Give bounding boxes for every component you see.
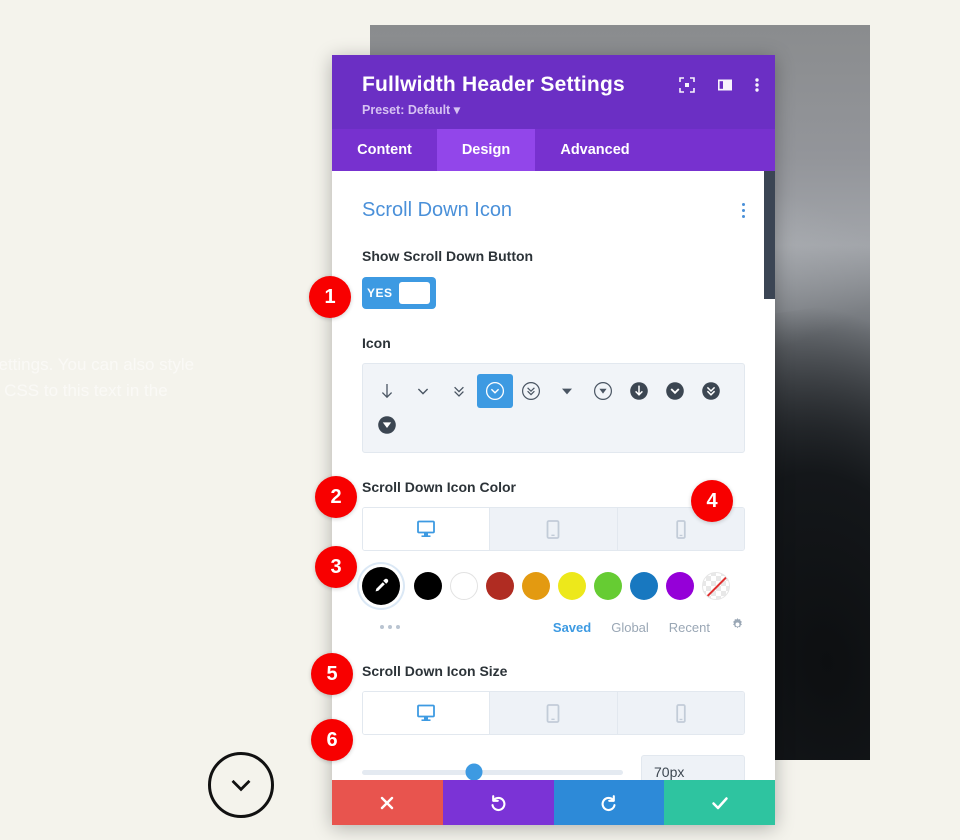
modal-body: Scroll Down Icon Show Scroll Down Button… bbox=[332, 171, 775, 780]
undo-icon bbox=[491, 794, 506, 811]
palette-footer: Saved Global Recent bbox=[362, 617, 745, 637]
annotation-badge-6: 6 bbox=[311, 719, 353, 761]
chevron-down-icon: ▾ bbox=[453, 103, 460, 117]
show-scroll-down-label: Show Scroll Down Button bbox=[362, 248, 534, 264]
icon-option-circle-outline-triangle-down[interactable] bbox=[585, 374, 621, 408]
icon-option-circle-filled-chevron-down[interactable] bbox=[657, 374, 693, 408]
fullwidth-header-settings-modal: Fullwidth Header Settings Preset: Defaul… bbox=[332, 55, 775, 825]
more-horizontal-icon[interactable] bbox=[362, 625, 400, 629]
icon-color-device-tabs bbox=[362, 507, 745, 551]
icon-color-desktop-icon[interactable] bbox=[363, 508, 491, 550]
modal-scrollbar-thumb[interactable] bbox=[764, 171, 775, 299]
eyedropper-icon bbox=[375, 578, 389, 592]
icon-option-circle-filled-arrow-down[interactable] bbox=[621, 374, 657, 408]
hero-body-text: settings. You can also style n CSS to th… bbox=[0, 355, 195, 400]
save-button[interactable] bbox=[664, 780, 775, 825]
color-swatch-yellow[interactable] bbox=[558, 572, 586, 600]
layout-panel-icon[interactable] bbox=[717, 77, 733, 93]
preset-selector[interactable]: Preset: Default ▾ bbox=[362, 102, 753, 117]
undo-button[interactable] bbox=[442, 780, 554, 825]
scroll-down-button-preview[interactable] bbox=[208, 752, 274, 818]
icon-option-circle-filled-triangle-down[interactable] bbox=[369, 408, 405, 442]
color-swatch-black[interactable] bbox=[414, 572, 442, 600]
icon-option-triangle-down[interactable] bbox=[549, 374, 585, 408]
icon-size-phone-icon[interactable] bbox=[617, 692, 744, 734]
color-swatch-transparent[interactable] bbox=[702, 572, 730, 600]
settings-scroll-area: Scroll Down Icon Show Scroll Down Button… bbox=[332, 171, 775, 780]
icon-color-tablet-icon[interactable] bbox=[490, 508, 618, 550]
icon-size-tablet-icon[interactable] bbox=[490, 692, 618, 734]
palette-tab-group: Saved Global Recent bbox=[553, 617, 745, 637]
icon-option-circle-outline-chevron-down[interactable] bbox=[477, 374, 513, 408]
icon-field-label: Icon bbox=[362, 335, 391, 351]
palette-tab-saved[interactable]: Saved bbox=[553, 620, 591, 635]
annotation-badge-2: 2 bbox=[315, 476, 357, 518]
palette-tab-global[interactable]: Global bbox=[611, 620, 649, 635]
section-title: Scroll Down Icon bbox=[362, 199, 513, 221]
color-swatch-orange[interactable] bbox=[522, 572, 550, 600]
modal-footer bbox=[332, 780, 775, 825]
toggle-value-label: YES bbox=[367, 286, 393, 300]
icon-option-double-chevron-down[interactable] bbox=[441, 374, 477, 408]
gear-icon[interactable] bbox=[730, 617, 745, 637]
more-vertical-icon[interactable] bbox=[755, 77, 759, 93]
cancel-button[interactable] bbox=[332, 780, 443, 825]
chevron-down-icon bbox=[231, 779, 251, 792]
icon-picker-grid bbox=[362, 363, 745, 453]
annotation-badge-4: 4 bbox=[691, 480, 733, 522]
icon-size-desktop-icon[interactable] bbox=[363, 692, 491, 734]
annotation-badge-5: 5 bbox=[311, 653, 353, 695]
redo-icon bbox=[601, 794, 616, 811]
modal-header: Fullwidth Header Settings Preset: Defaul… bbox=[332, 55, 775, 129]
color-swatch-blue[interactable] bbox=[630, 572, 658, 600]
modal-scrollbar[interactable] bbox=[764, 171, 775, 780]
expand-icon[interactable] bbox=[679, 77, 695, 93]
section-header: Scroll Down Icon bbox=[362, 199, 745, 222]
tab-design[interactable]: Design bbox=[437, 129, 535, 171]
icon-size-device-tabs bbox=[362, 691, 745, 735]
icon-size-slider-row: 70px bbox=[362, 755, 745, 780]
color-swatch-green[interactable] bbox=[594, 572, 622, 600]
color-swatch-selected-eyedropper[interactable] bbox=[362, 567, 400, 605]
color-swatch-purple[interactable] bbox=[666, 572, 694, 600]
color-swatch-white[interactable] bbox=[450, 572, 478, 600]
section-more-vertical-icon[interactable] bbox=[742, 203, 745, 218]
icon-color-label: Scroll Down Icon Color bbox=[362, 479, 517, 495]
toggle-knob bbox=[398, 282, 430, 304]
color-swatch-dark-red[interactable] bbox=[486, 572, 514, 600]
icon-option-arrow-down[interactable] bbox=[369, 374, 405, 408]
icon-size-label: Scroll Down Icon Size bbox=[362, 663, 508, 679]
color-swatch-row bbox=[362, 567, 745, 605]
icon-option-chevron-down[interactable] bbox=[405, 374, 441, 408]
icon-size-slider-handle[interactable] bbox=[465, 763, 483, 780]
palette-tab-recent[interactable]: Recent bbox=[669, 620, 710, 635]
check-icon bbox=[711, 796, 728, 809]
icon-option-circle-outline-double-chevron-down[interactable] bbox=[513, 374, 549, 408]
annotation-badge-1: 1 bbox=[309, 276, 351, 318]
close-icon bbox=[381, 796, 394, 809]
modal-tab-bar: Content Design Advanced bbox=[332, 129, 775, 171]
icon-option-circle-filled-double-chevron-down[interactable] bbox=[693, 374, 729, 408]
icon-size-slider[interactable] bbox=[362, 763, 623, 780]
tab-content[interactable]: Content bbox=[332, 129, 437, 171]
tab-advanced[interactable]: Advanced bbox=[535, 129, 655, 171]
header-icon-group bbox=[679, 77, 759, 93]
show-scroll-down-toggle[interactable]: YES bbox=[362, 277, 436, 309]
preset-label: Preset: Default bbox=[362, 103, 451, 117]
icon-size-value-input[interactable]: 70px bbox=[641, 755, 745, 780]
redo-button[interactable] bbox=[553, 780, 665, 825]
annotation-badge-3: 3 bbox=[315, 546, 357, 588]
